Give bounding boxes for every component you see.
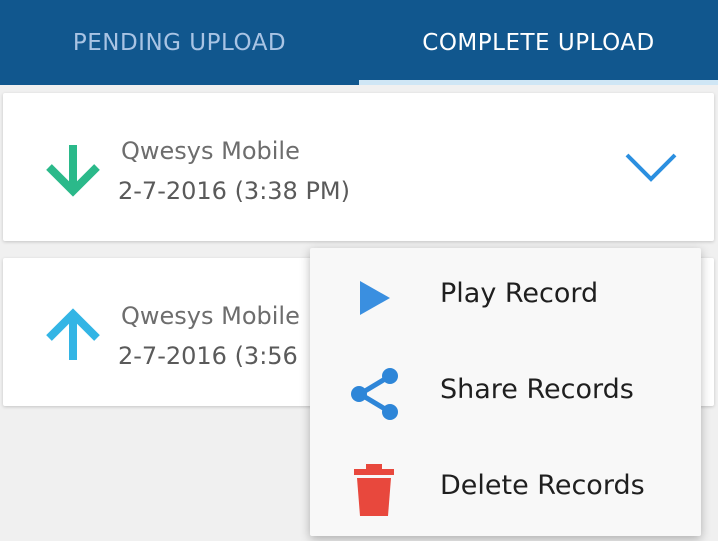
active-tab-indicator bbox=[359, 80, 718, 85]
record-title: Qwesys Mobile bbox=[121, 137, 300, 165]
arrow-down-icon bbox=[43, 141, 103, 197]
record-title: Qwesys Mobile bbox=[121, 302, 300, 330]
menu-item-label: Share Records bbox=[440, 374, 634, 405]
share-icon bbox=[346, 366, 402, 422]
app-screen: PENDING UPLOAD COMPLETE UPLOAD Qwesys Mo… bbox=[0, 0, 718, 541]
menu-item-label: Delete Records bbox=[440, 470, 645, 501]
arrow-up-icon bbox=[43, 306, 103, 362]
tab-complete-upload[interactable]: COMPLETE UPLOAD bbox=[359, 0, 718, 85]
tab-bar: PENDING UPLOAD COMPLETE UPLOAD bbox=[0, 0, 718, 85]
menu-item-delete-records[interactable]: Delete Records bbox=[310, 440, 701, 536]
record-date: 2-7-2016 (3:56 bbox=[118, 342, 298, 370]
chevron-down-icon[interactable] bbox=[623, 151, 679, 183]
record-date: 2-7-2016 (3:38 PM) bbox=[118, 177, 350, 205]
record-actions-menu: Play Record Share Records Delete Records bbox=[310, 248, 701, 536]
play-icon bbox=[346, 270, 402, 326]
menu-item-label: Play Record bbox=[440, 278, 599, 309]
tab-pending-upload[interactable]: PENDING UPLOAD bbox=[0, 0, 359, 85]
menu-item-share-records[interactable]: Share Records bbox=[310, 344, 701, 440]
menu-item-play-record[interactable]: Play Record bbox=[310, 248, 701, 344]
trash-icon bbox=[346, 462, 402, 518]
record-card[interactable]: Qwesys Mobile 2-7-2016 (3:38 PM) bbox=[3, 93, 714, 241]
